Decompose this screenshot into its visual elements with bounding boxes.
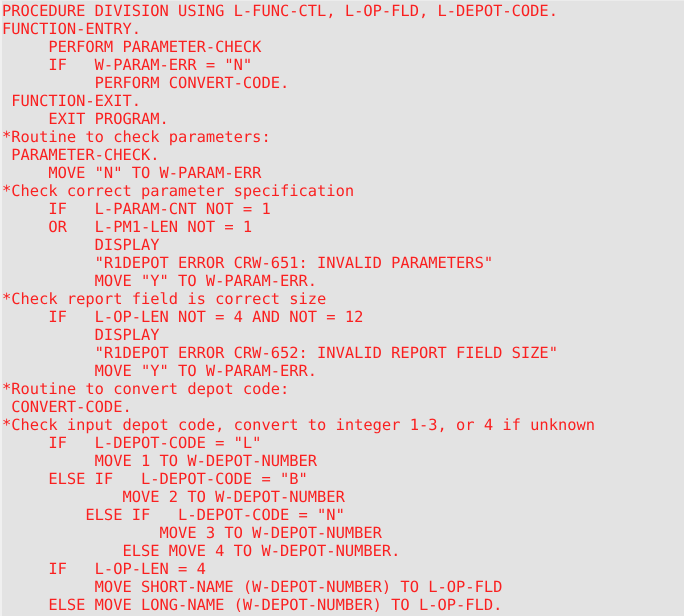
- code-line: DISPLAY: [2, 236, 160, 254]
- code-line: OR L-PM1-LEN NOT = 1: [2, 218, 253, 236]
- code-line: MOVE "N" TO W-PARAM-ERR: [2, 164, 262, 182]
- code-comment-line: *Check correct parameter specification: [2, 182, 355, 200]
- code-line: MOVE "Y" TO W-PARAM-ERR.: [2, 272, 318, 290]
- code-listing[interactable]: PROCEDURE DIVISION USING L-FUNC-CTL, L-O…: [2, 2, 595, 614]
- code-line: "R1DEPOT ERROR CRW-651: INVALID PARAMETE…: [2, 254, 494, 272]
- code-line: IF L-OP-LEN = 4: [2, 560, 206, 578]
- code-line: "R1DEPOT ERROR CRW-652: INVALID REPORT F…: [2, 344, 558, 362]
- code-line: FUNCTION-EXIT.: [2, 92, 141, 110]
- code-comment-line: *Check input depot code, convert to inte…: [2, 416, 596, 434]
- code-line: IF W-PARAM-ERR = "N": [2, 56, 253, 74]
- code-line: FUNCTION-ENTRY.: [2, 20, 141, 38]
- code-line: ELSE IF L-DEPOT-CODE = "N": [2, 506, 345, 524]
- code-line: ELSE MOVE 4 TO W-DEPOT-NUMBER.: [2, 542, 401, 560]
- code-line: IF L-PARAM-CNT NOT = 1: [2, 200, 271, 218]
- code-line: DISPLAY: [2, 326, 160, 344]
- code-comment-line: *Check report field is correct size: [2, 290, 327, 308]
- code-line: PROCEDURE DIVISION USING L-FUNC-CTL, L-O…: [2, 2, 558, 20]
- code-line: MOVE SHORT-NAME (W-DEPOT-NUMBER) TO L-OP…: [2, 578, 503, 596]
- code-line: IF L-OP-LEN NOT = 4 AND NOT = 12: [2, 308, 364, 326]
- code-line: ELSE MOVE LONG-NAME (W-DEPOT-NUMBER) TO …: [2, 596, 503, 614]
- code-line: EXIT PROGRAM.: [2, 110, 169, 128]
- code-line: PERFORM CONVERT-CODE.: [2, 74, 290, 92]
- code-line: IF L-DEPOT-CODE = "L": [2, 434, 262, 452]
- code-comment-line: *Routine to check parameters:: [2, 128, 271, 146]
- code-line: MOVE 1 TO W-DEPOT-NUMBER: [2, 452, 318, 470]
- code-line: PERFORM PARAMETER-CHECK: [2, 38, 262, 56]
- code-line: MOVE 2 TO W-DEPOT-NUMBER: [2, 488, 345, 506]
- code-comment-line: *Routine to convert depot code:: [2, 380, 290, 398]
- code-line: MOVE "Y" TO W-PARAM-ERR.: [2, 362, 318, 380]
- code-line: PARAMETER-CHECK.: [2, 146, 160, 164]
- code-line: MOVE 3 TO W-DEPOT-NUMBER: [2, 524, 382, 542]
- code-line: CONVERT-CODE.: [2, 398, 132, 416]
- code-line: ELSE IF L-DEPOT-CODE = "B": [2, 470, 308, 488]
- code-viewport[interactable]: PROCEDURE DIVISION USING L-FUNC-CTL, L-O…: [0, 0, 684, 616]
